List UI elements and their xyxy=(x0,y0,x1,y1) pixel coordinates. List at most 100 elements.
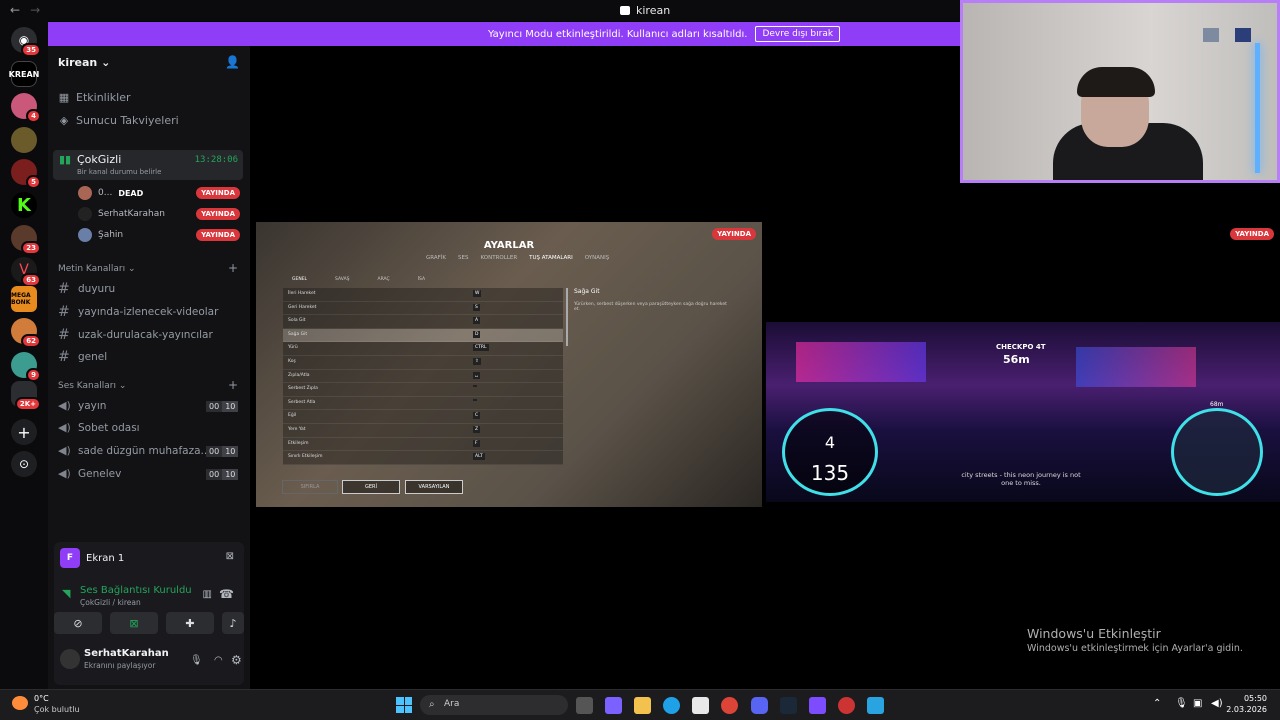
keybind-key[interactable]: ␣ xyxy=(473,371,480,379)
boosts-item[interactable]: ◈ Sunucu Takviyeleri xyxy=(58,114,179,127)
subtab[interactable]: ARAÇ xyxy=(378,277,390,282)
server-megabonk[interactable]: MEGA BONK xyxy=(11,286,37,312)
keybind-key[interactable]: Z xyxy=(473,425,481,433)
tab[interactable]: KONTROLLER xyxy=(480,255,517,261)
voice-channel[interactable]: ◀) Sobet odası xyxy=(58,421,140,434)
weather-icon[interactable] xyxy=(12,696,28,710)
keybind-key[interactable]: S xyxy=(473,303,480,311)
keybind-key[interactable]: D xyxy=(473,330,481,338)
server-game[interactable] xyxy=(11,127,37,153)
forward-icon[interactable]: → xyxy=(30,3,40,17)
mic-icon[interactable]: 🎙 xyxy=(190,655,203,666)
add-server-icon[interactable]: + xyxy=(11,419,37,445)
search-box[interactable]: Ara xyxy=(420,695,568,715)
clock-date[interactable]: 2.03.2026 xyxy=(1219,705,1267,714)
stop-stream-icon[interactable]: ⊠ xyxy=(226,551,234,562)
noise-icon[interactable]: ▥ xyxy=(203,589,212,600)
keybind-row[interactable]: Eğil C xyxy=(283,410,563,424)
text-channel[interactable]: # genel xyxy=(58,349,107,365)
keybind-row[interactable]: Etkileşim F xyxy=(283,437,563,452)
keybind-row[interactable]: Zıpla/Atla ␣ xyxy=(283,369,563,384)
screen-share-button[interactable]: ⊠ xyxy=(110,612,158,634)
voice-user[interactable]: 0... DEAD xyxy=(78,186,143,200)
disconnect-icon[interactable]: ☎ xyxy=(219,587,234,601)
keybind-key[interactable]: CTRL xyxy=(473,344,489,352)
voice-channel[interactable]: ◀) Genelev xyxy=(58,467,121,480)
headset-icon[interactable]: ◠ xyxy=(214,655,223,666)
voice-channel[interactable]: ◀) yayın xyxy=(58,399,106,412)
avatar[interactable] xyxy=(60,649,80,669)
task-view-icon[interactable] xyxy=(576,697,593,714)
subtab[interactable]: SAVAŞ xyxy=(335,277,349,282)
server-folder[interactable]: 2K+ xyxy=(11,381,41,411)
server-red[interactable]: 5 xyxy=(11,159,41,189)
discover-icon[interactable]: ⊙ xyxy=(11,451,37,477)
discord-icon[interactable] xyxy=(751,697,768,714)
text-channel[interactable]: # uzak-durulacak-yayıncılar xyxy=(58,327,213,343)
tab[interactable]: SES xyxy=(458,255,468,261)
windows-start-icon[interactable] xyxy=(396,697,412,713)
settings-icon[interactable]: ⚙ xyxy=(231,653,242,667)
keybind-row[interactable]: Serbest Atla xyxy=(283,396,563,411)
server-kick[interactable]: K xyxy=(11,192,37,218)
keybind-key[interactable] xyxy=(473,398,477,401)
tab-active[interactable]: TUŞ ATAMALARI xyxy=(529,255,573,261)
server-teal[interactable]: 9 xyxy=(11,352,41,382)
keybind-key[interactable]: F xyxy=(473,439,480,447)
keybind-row[interactable]: Geri Hareket S xyxy=(283,301,563,316)
keybind-row[interactable]: Sola Git A xyxy=(283,315,563,329)
keybind-key[interactable]: C xyxy=(473,412,481,420)
keybind-row[interactable]: Sağa Git D xyxy=(283,328,563,343)
add-voice-channel-icon[interactable]: + xyxy=(228,378,238,392)
app-icon[interactable] xyxy=(838,697,855,714)
soundboard-button[interactable]: ♪ xyxy=(222,612,244,634)
keybind-row[interactable]: Sınırlı Etkileşim ALT xyxy=(283,451,563,465)
server-kirean[interactable]: KREAN xyxy=(9,61,39,87)
back-icon[interactable]: ← xyxy=(10,3,20,17)
weather-temp[interactable]: 0°C xyxy=(34,694,49,703)
keybind-row[interactable]: Yere Yat Z xyxy=(283,423,563,438)
text-category[interactable]: Metin Kanalları ⌄ xyxy=(58,264,136,274)
app-icon[interactable] xyxy=(605,697,622,714)
screen-share-info[interactable]: F Ekran 1 xyxy=(60,548,124,568)
stream-tile-2[interactable]: YAYINDA CHECKPO 4T 56m 4 135 68m city st… xyxy=(766,222,1280,507)
reset-button[interactable]: SIFIRLA xyxy=(282,480,338,494)
store-icon[interactable] xyxy=(692,697,709,714)
voice-channel-status[interactable]: Bir kanal durumu belirle xyxy=(77,168,161,176)
server-colorful[interactable]: 62 xyxy=(11,318,41,348)
keybind-row[interactable]: Yürü CTRL xyxy=(283,342,563,356)
steam-icon[interactable] xyxy=(780,697,797,714)
keybind-row[interactable]: Koş ⇧ xyxy=(283,355,563,370)
text-channel[interactable]: # yayında-izlenecek-videolar xyxy=(58,304,218,320)
text-channel[interactable]: # duyuru xyxy=(58,281,115,297)
app-icon[interactable] xyxy=(867,697,884,714)
keybind-row[interactable]: İleri Hareket W xyxy=(283,288,563,302)
stream-tile-1[interactable]: YAYINDA AYARLAR GRAFİK SES KONTROLLER TUŞ A… xyxy=(256,222,762,507)
voice-channel-active[interactable]: ▮▮ ÇokGizli Bir kanal durumu belirle 13:… xyxy=(53,150,243,180)
keybind-key[interactable] xyxy=(473,385,477,388)
server-valorant[interactable]: V 63 xyxy=(11,257,41,287)
chrome-icon[interactable] xyxy=(721,697,738,714)
back-button[interactable]: GERİ xyxy=(342,480,400,494)
keybind-key[interactable]: ⇧ xyxy=(473,357,481,365)
activities-button[interactable]: ✚ xyxy=(166,612,214,634)
keybind-key[interactable]: A xyxy=(473,317,481,325)
tab[interactable]: OYNANIŞ xyxy=(585,255,610,261)
tab[interactable]: GRAFİK xyxy=(426,255,446,261)
add-text-channel-icon[interactable]: + xyxy=(228,261,238,275)
default-button[interactable]: VARSAYILAN xyxy=(405,480,463,494)
voice-user[interactable]: SerhatKarahan xyxy=(78,207,165,221)
subtab[interactable]: İSA xyxy=(418,277,425,282)
keybind-row[interactable]: Serbest Zıpla xyxy=(283,383,563,397)
keybind-key[interactable]: ALT xyxy=(473,453,485,461)
events-item[interactable]: ▦ Etkinlikler xyxy=(58,91,131,104)
direct-messages-icon[interactable]: ◉ 35 xyxy=(11,27,41,57)
voice-category[interactable]: Ses Kanalları ⌄ xyxy=(58,381,126,391)
keybind-key[interactable]: W xyxy=(473,290,482,297)
network-icon[interactable]: ▣ xyxy=(1193,698,1202,709)
mic-tray-icon[interactable]: 🎙 xyxy=(1175,698,1188,709)
camera-button[interactable]: ⊘ xyxy=(54,612,102,634)
edge-icon[interactable] xyxy=(663,697,680,714)
disable-button[interactable]: Devre dışı bırak xyxy=(755,26,841,42)
file-explorer-icon[interactable] xyxy=(634,697,651,714)
